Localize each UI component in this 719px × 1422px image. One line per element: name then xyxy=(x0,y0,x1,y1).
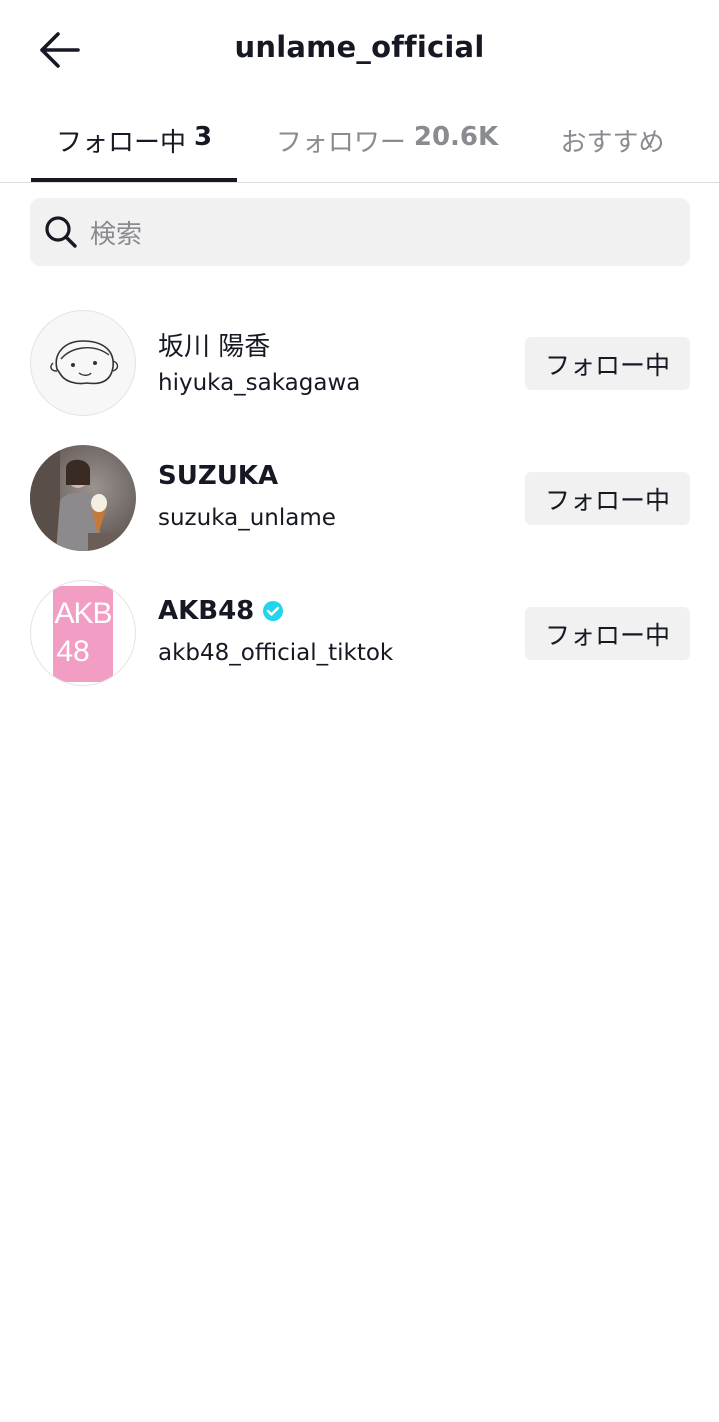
list-item: AKB 48 AKB48 akb48_official_tiktok フォロー中 xyxy=(0,580,719,688)
profile-photo xyxy=(30,445,136,551)
following-button[interactable]: フォロー中 xyxy=(525,337,690,390)
active-tab-indicator xyxy=(31,178,237,182)
tab-following-count: 3 xyxy=(193,122,213,152)
user-name-text: AKB48 xyxy=(158,596,255,626)
following-button[interactable]: フォロー中 xyxy=(525,472,690,525)
user-name[interactable]: 坂川 陽香 xyxy=(158,326,270,363)
tab-bar: フォロー中 3 フォロワー 20.6K おすすめ xyxy=(0,108,719,183)
user-name[interactable]: AKB48 xyxy=(158,596,284,626)
tab-following-label: フォロー中 xyxy=(55,128,186,158)
tab-following[interactable]: フォロー中 3 xyxy=(31,108,237,183)
following-button[interactable]: フォロー中 xyxy=(525,607,690,660)
face-drawing-icon xyxy=(50,340,119,385)
verified-badge-icon xyxy=(263,601,284,621)
header: unlame_official xyxy=(0,0,719,100)
avatar[interactable]: AKB 48 xyxy=(30,580,136,686)
page-title: unlame_official xyxy=(234,30,485,64)
svg-text:48: 48 xyxy=(56,635,89,668)
list-item: SUZUKA suzuka_unlame フォロー中 xyxy=(0,445,719,553)
search-icon xyxy=(42,213,80,251)
user-name[interactable]: SUZUKA xyxy=(158,461,278,491)
akb48-logo-icon: AKB 48 xyxy=(53,586,113,682)
avatar[interactable] xyxy=(30,310,136,416)
tab-followers[interactable]: フォロワー 20.6K xyxy=(262,108,512,183)
tab-recommended-label: おすすめ xyxy=(560,128,665,158)
list-item: 坂川 陽香 hiyuka_sakagawa フォロー中 xyxy=(0,310,719,418)
user-handle: suzuka_unlame xyxy=(158,505,336,531)
user-handle: akb48_official_tiktok xyxy=(158,640,394,666)
tab-followers-count: 20.6K xyxy=(413,122,499,152)
following-page: unlame_official フォロー中 3 フォロワー 20.6K おすすめ… xyxy=(0,0,719,1422)
tab-followers-label: フォロワー xyxy=(275,128,406,158)
avatar[interactable] xyxy=(30,445,136,551)
svg-text:AKB: AKB xyxy=(54,597,111,630)
tab-recommended[interactable]: おすすめ xyxy=(540,108,685,183)
search-input[interactable]: 検索 xyxy=(30,198,690,266)
search-placeholder: 検索 xyxy=(90,219,143,250)
user-handle: hiyuka_sakagawa xyxy=(158,370,361,396)
